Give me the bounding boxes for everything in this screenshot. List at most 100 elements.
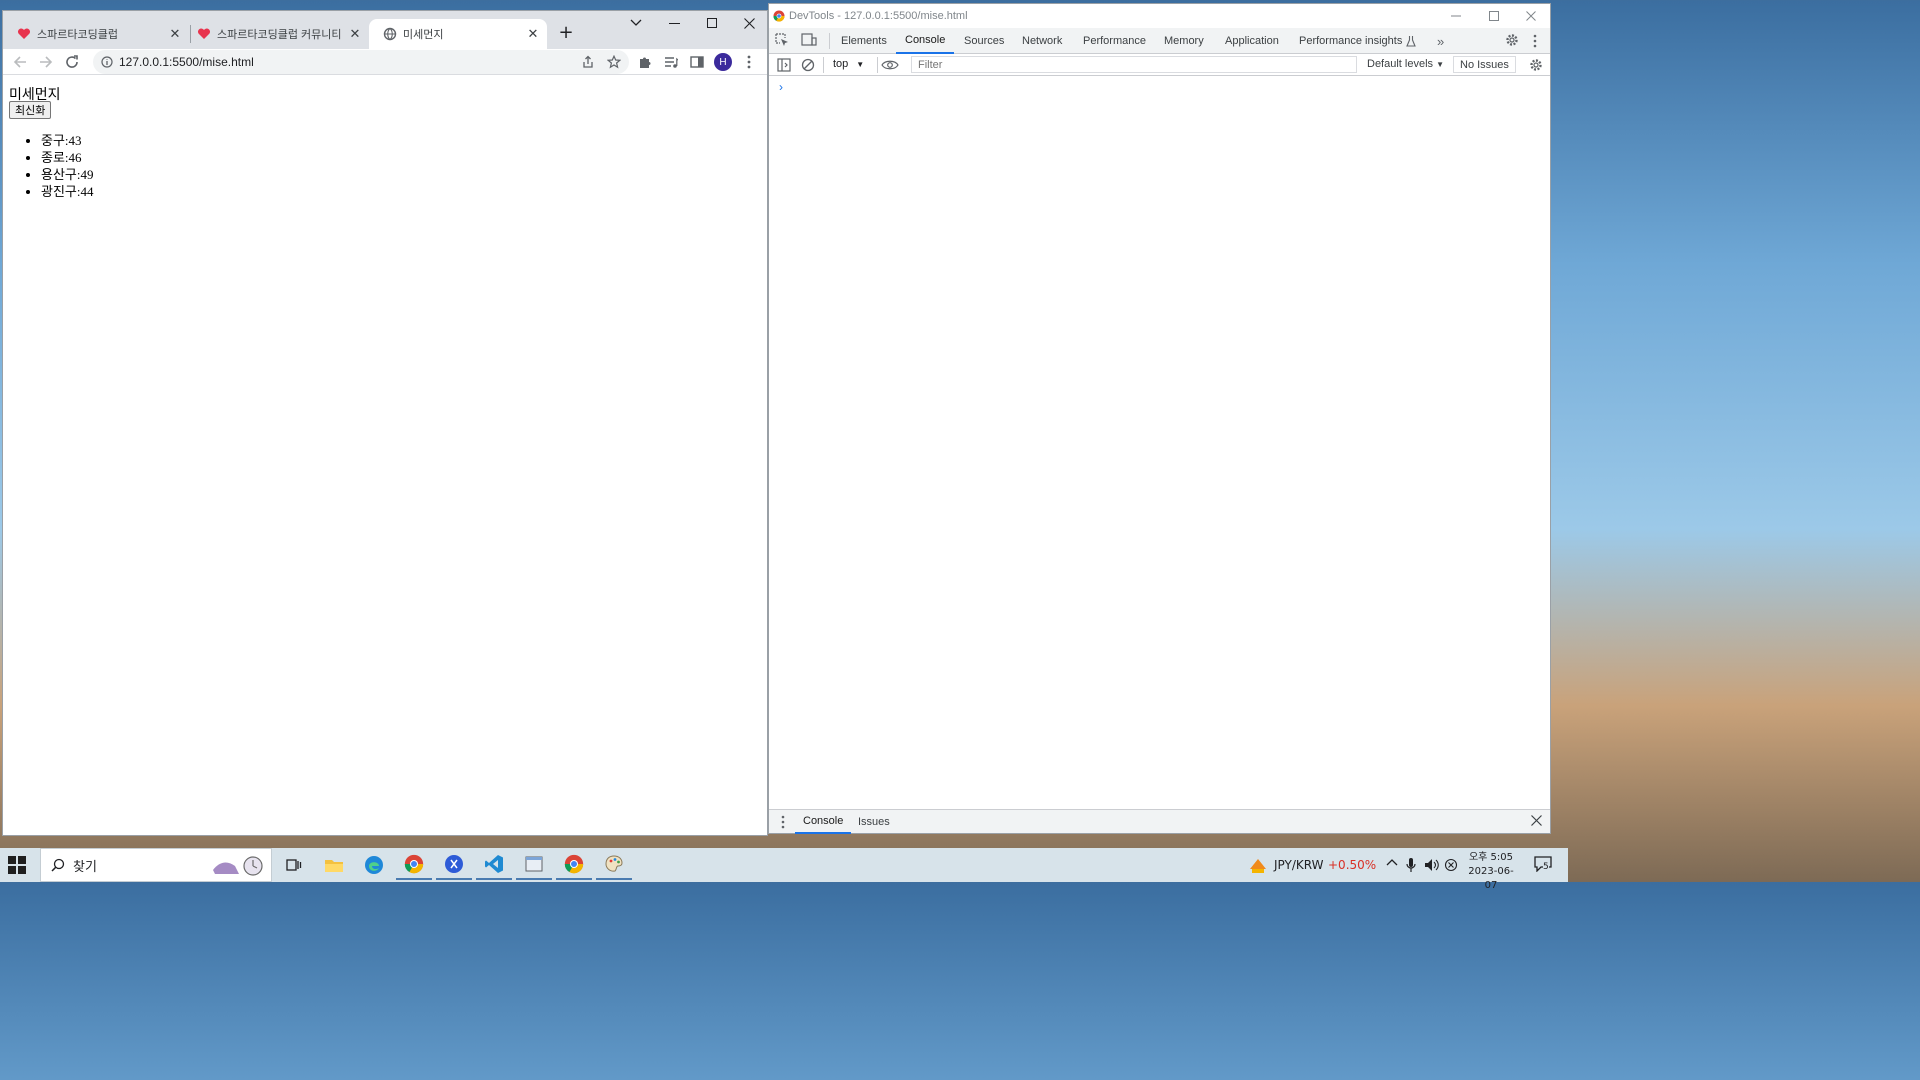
close-icon (1526, 11, 1536, 21)
list-item: 용산구:49 (41, 166, 94, 183)
tab-memory[interactable]: Memory (1164, 28, 1204, 54)
volume-button[interactable] (1424, 858, 1440, 872)
device-toolbar-button[interactable] (801, 33, 817, 47)
tab-title: 미세먼지 (403, 29, 444, 41)
gear-icon (1506, 34, 1518, 46)
toolbar-divider (877, 57, 878, 73)
start-button[interactable] (8, 856, 26, 874)
chevron-up-icon (1386, 859, 1398, 866)
profile-button[interactable]: H (712, 51, 734, 73)
live-expression-button[interactable] (881, 58, 899, 72)
maximize-button[interactable] (693, 11, 731, 35)
arrow-right-icon (40, 56, 53, 68)
tab-sparta-coding-club[interactable]: 스파르타코딩클럽 ✕ (3, 19, 189, 49)
tab-sources[interactable]: Sources (964, 28, 1004, 54)
tab-search-button[interactable] (617, 11, 655, 35)
chrome-logo-icon (773, 10, 785, 22)
star-icon[interactable] (607, 55, 621, 69)
sparta-favicon-icon (197, 28, 211, 39)
notification-count: 5 (1543, 862, 1549, 872)
window-app[interactable] (516, 850, 552, 880)
taskbar-search[interactable]: 찾기 (40, 848, 272, 882)
tray-overflow-button[interactable] (1386, 858, 1398, 866)
tab-application[interactable]: Application (1225, 28, 1279, 54)
search-icon (51, 858, 65, 872)
windows-logo-icon (8, 856, 26, 874)
sidebar-toggle-button[interactable] (777, 58, 791, 72)
kebab-menu-icon (781, 815, 785, 829)
menu-button[interactable] (738, 51, 760, 73)
gear-icon (1530, 59, 1542, 71)
share-icon[interactable] (581, 55, 595, 69)
close-tab-icon[interactable]: ✕ (347, 26, 363, 42)
close-drawer-button[interactable] (1531, 815, 1542, 826)
info-icon[interactable] (101, 56, 113, 68)
context-label: top (833, 58, 849, 70)
notification-center-button[interactable]: 5 (1534, 856, 1554, 874)
devtools-maximize-button[interactable] (1475, 4, 1513, 28)
console-settings-button[interactable] (1529, 58, 1543, 72)
reload-button[interactable] (61, 51, 83, 73)
vscode-icon (485, 855, 503, 873)
task-view-button[interactable] (276, 850, 312, 880)
drawer-menu-button[interactable] (781, 815, 785, 829)
task-view-icon (286, 859, 302, 871)
close-tab-icon[interactable]: ✕ (525, 26, 541, 42)
tab-performance-insights[interactable]: Performance insights (1299, 28, 1417, 54)
app-blue-icon[interactable] (436, 850, 472, 880)
tab-mise[interactable]: 미세먼지 ✕ (369, 19, 547, 49)
side-panel-button[interactable] (686, 51, 708, 73)
microphone-button[interactable] (1406, 857, 1416, 873)
edge-app[interactable] (356, 850, 392, 880)
devtools-close-button[interactable] (1512, 4, 1550, 28)
close-tab-icon[interactable]: ✕ (167, 26, 183, 42)
paint-app[interactable] (596, 850, 632, 880)
drawer-tab-issues[interactable]: Issues (858, 810, 890, 834)
block-icon (801, 58, 815, 72)
more-tabs-chevron-icon[interactable]: » (1437, 34, 1444, 49)
tab-console[interactable]: Console (896, 28, 955, 54)
inspect-icon (775, 33, 788, 46)
list-item: 중구:43 (41, 132, 94, 149)
minimize-icon (668, 22, 680, 24)
filter-input[interactable] (911, 56, 1357, 73)
context-selector[interactable]: top ▼ (833, 58, 864, 70)
forward-button[interactable] (35, 51, 57, 73)
weather-widget[interactable] (1248, 855, 1268, 875)
console-prompt[interactable]: › (779, 80, 783, 94)
vscode-app[interactable] (476, 850, 512, 880)
tab-elements[interactable]: Elements (841, 28, 887, 54)
chrome-logo-icon (564, 854, 584, 874)
customize-menu-button[interactable] (1533, 34, 1537, 48)
tab-network[interactable]: Network (1022, 28, 1062, 54)
tab-sparta-community[interactable]: 스파르타코딩클럽 커뮤니티 ✕ (183, 19, 369, 49)
network-button[interactable] (1444, 858, 1458, 872)
chrome-app[interactable] (396, 850, 432, 880)
file-explorer-app[interactable] (316, 850, 352, 880)
tab-performance[interactable]: Performance (1083, 28, 1146, 54)
settings-button[interactable] (1505, 33, 1519, 47)
new-tab-button[interactable]: + (555, 21, 577, 43)
log-levels-label: Default levels (1367, 58, 1434, 70)
log-levels-dropdown[interactable]: Default levels ▼ (1367, 58, 1444, 70)
devtools-window: DevTools - 127.0.0.1:5500/mise.html Elem… (768, 3, 1551, 834)
url-text[interactable]: 127.0.0.1:5500/mise.html (119, 55, 254, 69)
clear-console-button[interactable] (801, 58, 815, 72)
refresh-button[interactable]: 최신화 (9, 101, 52, 119)
extensions-button[interactable] (634, 51, 656, 73)
back-button[interactable] (9, 51, 31, 73)
tab-strip: 스파르타코딩클럽 ✕ 스파르타코딩클럽 커뮤니티 ✕ 미세먼지 ✕ + (3, 11, 767, 49)
chrome-app-2[interactable] (556, 850, 592, 880)
devtools-tabs: Elements Console Sources Network Perform… (769, 28, 1550, 54)
address-bar[interactable]: 127.0.0.1:5500/mise.html (93, 50, 629, 74)
taskbar: 찾기 JPY/KRW +0.50% 오후 5:05 2023-06-07 5 (0, 848, 1568, 891)
minimize-button[interactable] (655, 11, 693, 35)
inspect-element-button[interactable] (775, 33, 789, 47)
media-button[interactable] (660, 51, 682, 73)
devtools-minimize-button[interactable] (1437, 4, 1475, 28)
close-window-button[interactable] (730, 11, 768, 35)
drawer-tab-console[interactable]: Console (795, 810, 852, 834)
issues-counter-button[interactable]: No Issues (1453, 56, 1516, 73)
ticker-symbol[interactable]: JPY/KRW (1274, 858, 1323, 872)
clock[interactable]: 오후 5:05 2023-06-07 (1462, 851, 1520, 893)
